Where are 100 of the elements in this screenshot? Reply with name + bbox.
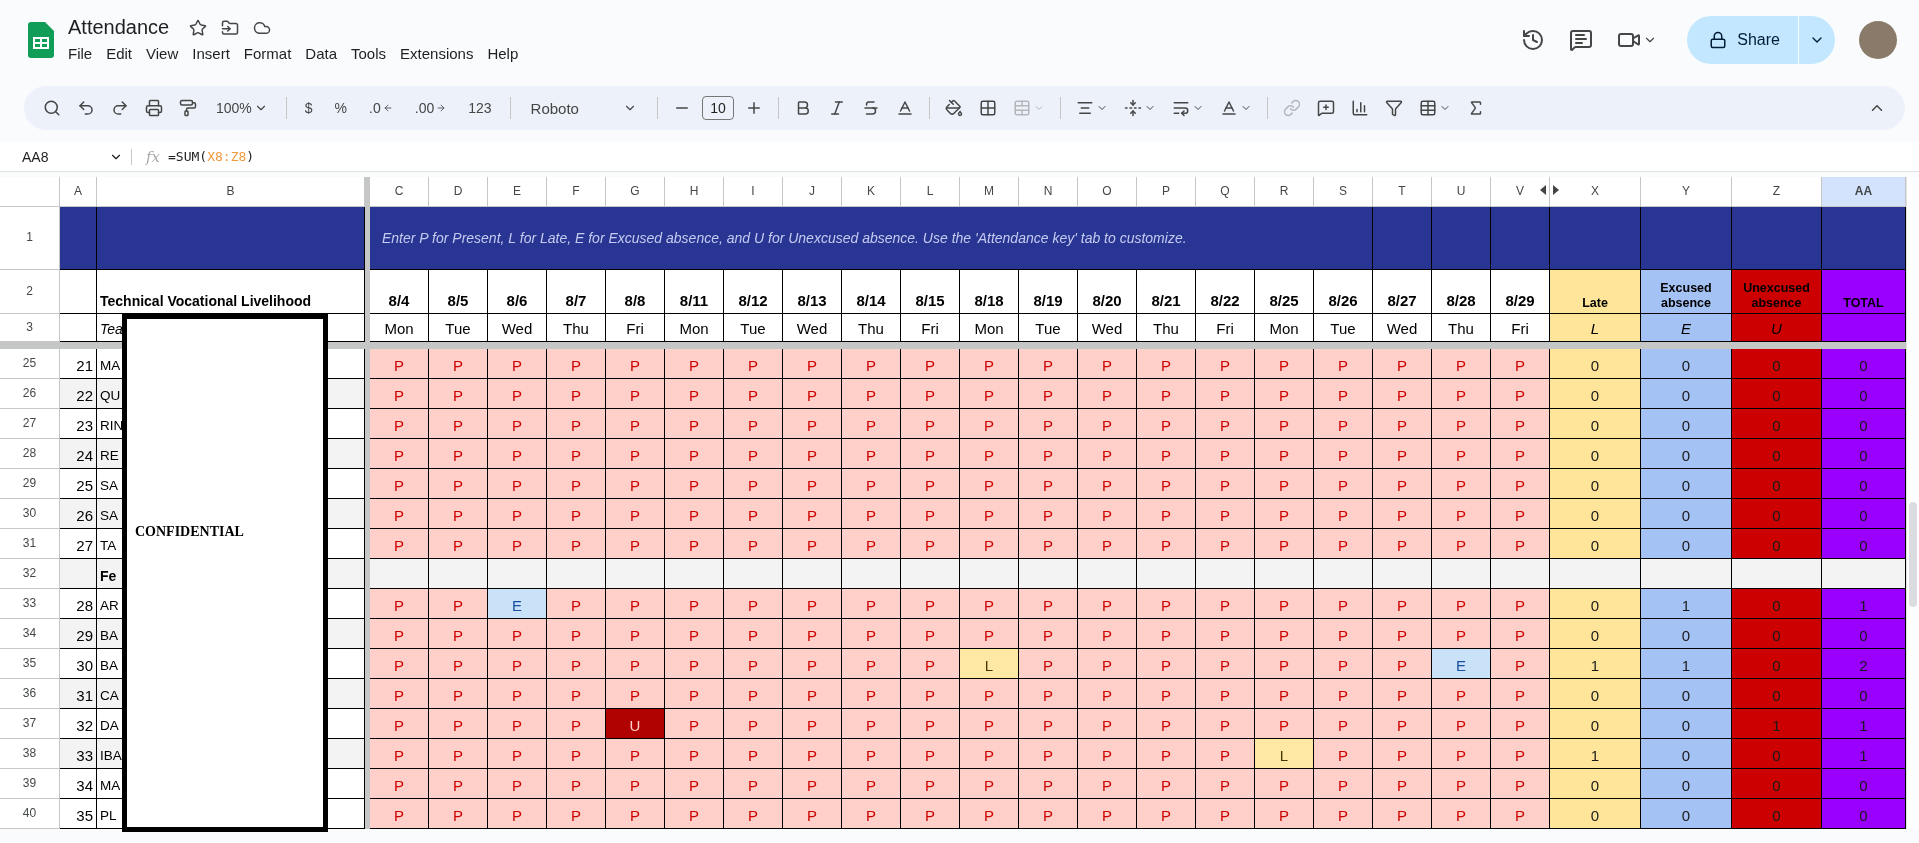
attendance-cell[interactable]: P	[1137, 769, 1196, 799]
attendance-cell[interactable]: P	[1491, 589, 1550, 619]
attendance-cell[interactable]: P	[901, 409, 960, 439]
attendance-cell[interactable]: P	[1491, 649, 1550, 679]
attendance-cell[interactable]: P	[488, 439, 547, 469]
attendance-cell[interactable]: P	[488, 349, 547, 379]
row-header[interactable]: 33	[0, 589, 60, 619]
attendance-cell[interactable]: L	[1255, 739, 1314, 769]
text-wrap-icon[interactable]	[1171, 99, 1190, 117]
font-size-field[interactable]: 10	[701, 96, 734, 120]
attendance-cell[interactable]: P	[1019, 679, 1078, 709]
attendance-cell[interactable]: P	[488, 799, 547, 829]
attendance-cell[interactable]: P	[724, 709, 783, 739]
attendance-cell[interactable]: P	[429, 589, 488, 619]
attendance-cell[interactable]: P	[1019, 709, 1078, 739]
attendance-cell[interactable]: P	[665, 529, 724, 559]
attendance-cell[interactable]: P	[1019, 769, 1078, 799]
attendance-cell[interactable]: P	[547, 619, 606, 649]
attendance-cell[interactable]: P	[783, 649, 842, 679]
attendance-cell[interactable]: P	[1314, 589, 1373, 619]
attendance-cell[interactable]: P	[665, 589, 724, 619]
menu-item[interactable]: Edit	[100, 43, 139, 64]
attendance-cell[interactable]: P	[547, 709, 606, 739]
attendance-cell[interactable]: P	[1196, 769, 1255, 799]
attendance-cell[interactable]: P	[606, 769, 665, 799]
attendance-cell[interactable]: P	[724, 679, 783, 709]
attendance-cell[interactable]: P	[665, 379, 724, 409]
attendance-cell[interactable]: P	[783, 529, 842, 559]
attendance-cell[interactable]: P	[1196, 409, 1255, 439]
attendance-cell[interactable]: P	[1373, 799, 1432, 829]
attendance-cell[interactable]: P	[370, 469, 429, 499]
attendance-cell[interactable]: P	[547, 439, 606, 469]
merge-cells-icon[interactable]	[1012, 99, 1031, 117]
attendance-cell[interactable]: P	[842, 589, 901, 619]
attendance-cell[interactable]: P	[370, 649, 429, 679]
attendance-cell[interactable]: P	[1373, 409, 1432, 439]
attendance-cell[interactable]: P	[665, 739, 724, 769]
attendance-cell[interactable]: P	[1078, 619, 1137, 649]
attendance-cell[interactable]: P	[1491, 409, 1550, 439]
arrow-left-icon[interactable]	[382, 103, 393, 113]
attendance-cell[interactable]: P	[1491, 739, 1550, 769]
attendance-cell[interactable]: P	[1078, 499, 1137, 529]
attendance-cell[interactable]: P	[1137, 379, 1196, 409]
column-header[interactable]: K	[842, 177, 901, 207]
attendance-cell[interactable]: P	[1019, 439, 1078, 469]
column-header[interactable]: U	[1432, 177, 1491, 207]
table-icon[interactable]	[1418, 99, 1437, 117]
attendance-cell[interactable]: P	[783, 589, 842, 619]
attendance-cell[interactable]: P	[901, 739, 960, 769]
attendance-cell[interactable]: P	[1314, 739, 1373, 769]
attendance-cell[interactable]: P	[488, 499, 547, 529]
attendance-cell[interactable]: P	[547, 349, 606, 379]
menu-item[interactable]: Insert	[186, 43, 236, 64]
attendance-cell[interactable]: P	[488, 469, 547, 499]
attendance-cell[interactable]: P	[1314, 349, 1373, 379]
attendance-cell[interactable]: P	[1432, 709, 1491, 739]
attendance-cell[interactable]: P	[1314, 799, 1373, 829]
attendance-cell[interactable]: P	[547, 409, 606, 439]
attendance-cell[interactable]: P	[665, 799, 724, 829]
attendance-cell[interactable]: P	[370, 409, 429, 439]
attendance-cell[interactable]: P	[1255, 499, 1314, 529]
attendance-cell[interactable]: P	[1019, 649, 1078, 679]
attendance-cell[interactable]: P	[1255, 709, 1314, 739]
attendance-cell[interactable]: P	[1314, 379, 1373, 409]
attendance-cell[interactable]: P	[724, 349, 783, 379]
attendance-cell[interactable]: P	[1078, 589, 1137, 619]
document-title[interactable]: Attendance	[68, 16, 170, 39]
attendance-cell[interactable]: P	[842, 799, 901, 829]
attendance-cell[interactable]: P	[960, 409, 1019, 439]
attendance-cell[interactable]: P	[665, 649, 724, 679]
attendance-cell[interactable]: P	[1078, 679, 1137, 709]
attendance-cell[interactable]: P	[842, 619, 901, 649]
text-rotation-icon[interactable]	[1219, 99, 1238, 117]
attendance-cell[interactable]: P	[1137, 799, 1196, 829]
attendance-cell[interactable]: P	[1019, 529, 1078, 559]
attendance-cell[interactable]: P	[783, 439, 842, 469]
attendance-cell[interactable]: P	[1078, 649, 1137, 679]
attendance-cell[interactable]: P	[1137, 469, 1196, 499]
attendance-cell[interactable]: P	[1019, 499, 1078, 529]
attendance-cell[interactable]: P	[783, 739, 842, 769]
attendance-cell[interactable]: P	[606, 379, 665, 409]
attendance-cell[interactable]: P	[783, 709, 842, 739]
attendance-cell[interactable]: P	[1432, 799, 1491, 829]
attendance-cell[interactable]: P	[1314, 529, 1373, 559]
menu-item[interactable]: Tools	[345, 43, 393, 64]
column-header[interactable]: P	[1137, 177, 1196, 207]
attendance-cell[interactable]: P	[783, 349, 842, 379]
attendance-cell[interactable]: P	[1491, 439, 1550, 469]
attendance-cell[interactable]: P	[960, 499, 1019, 529]
attendance-cell[interactable]: P	[1432, 379, 1491, 409]
attendance-cell[interactable]: P	[429, 649, 488, 679]
row-header[interactable]: 1	[0, 207, 60, 270]
attendance-cell[interactable]: P	[1019, 469, 1078, 499]
attendance-cell[interactable]: P	[606, 439, 665, 469]
attendance-cell[interactable]: P	[488, 379, 547, 409]
attendance-cell[interactable]: P	[606, 349, 665, 379]
attendance-cell[interactable]: P	[901, 709, 960, 739]
attendance-cell[interactable]: P	[665, 349, 724, 379]
attendance-cell[interactable]: P	[1432, 409, 1491, 439]
row-header[interactable]: 27	[0, 409, 60, 439]
